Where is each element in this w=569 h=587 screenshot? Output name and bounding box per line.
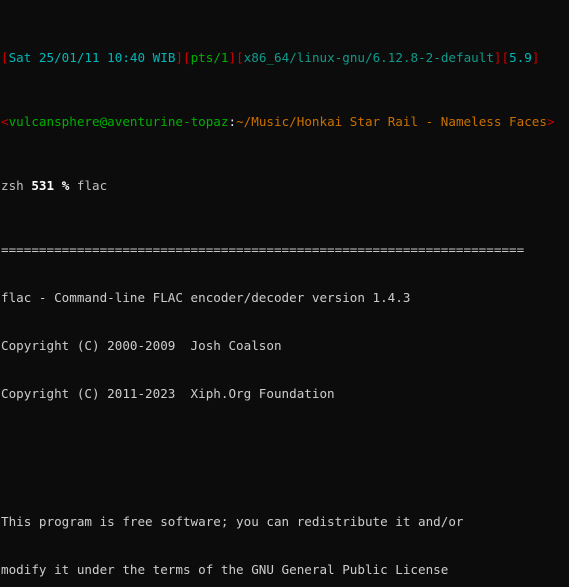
bracket-open-2: [ bbox=[183, 50, 191, 65]
output-copyright-2: Copyright (C) 2011-2023 Xiph.Org Foundat… bbox=[1, 386, 335, 401]
prompt-line-location: <vulcansphere@aventurine-topaz:~/Music/H… bbox=[1, 114, 569, 130]
prompt-tty: pts/1 bbox=[190, 50, 229, 65]
prompt-platform: x86_64/linux-gnu/6.12.8-2-default bbox=[243, 50, 494, 65]
prompt-datetime: Sat 25/01/11 10:40 WIB bbox=[8, 50, 176, 65]
prompt-line-command[interactable]: zsh 531 % flac bbox=[1, 178, 569, 194]
prompt-history-number: 531 bbox=[31, 178, 55, 193]
license-p1-l1: This program is free software; you can r… bbox=[1, 514, 464, 529]
bracket-open-1: [ bbox=[1, 50, 9, 65]
bracket-close-4: ] bbox=[531, 50, 540, 65]
prompt-shell-name: zsh bbox=[1, 178, 24, 193]
space-3 bbox=[69, 178, 77, 193]
prompt-shell-version: 5.9 bbox=[509, 50, 532, 65]
prompt-user-host: vulcansphere@aventurine-topaz bbox=[8, 114, 229, 129]
bracket-close-2: ] bbox=[228, 50, 237, 65]
bracket-open-3: [ bbox=[236, 50, 244, 65]
terminal-window[interactable]: [Sat 25/01/11 10:40 WIB][pts/1][x86_64/l… bbox=[0, 0, 569, 587]
prompt-colon: : bbox=[228, 114, 237, 129]
command-input[interactable]: flac bbox=[77, 178, 107, 193]
output-title: flac - Command-line FLAC encoder/decoder… bbox=[1, 290, 411, 305]
blank-line-1 bbox=[1, 450, 569, 466]
angle-close: > bbox=[546, 114, 555, 129]
prompt-path: ~/Music/Honkai Star Rail - Nameless Face… bbox=[236, 114, 547, 129]
license-p1-l2: modify it under the terms of the GNU Gen… bbox=[1, 562, 449, 577]
prompt-line-status: [Sat 25/01/11 10:40 WIB][pts/1][x86_64/l… bbox=[1, 50, 569, 66]
bracket-close-1: ] bbox=[175, 50, 183, 65]
bracket-close-3: ] bbox=[493, 50, 502, 65]
bracket-open-4: [ bbox=[501, 50, 510, 65]
angle-open: < bbox=[1, 114, 9, 129]
space-2 bbox=[54, 178, 62, 193]
separator-top: ========================================… bbox=[1, 242, 525, 257]
output-copyright-1: Copyright (C) 2000-2009 Josh Coalson bbox=[1, 338, 282, 353]
